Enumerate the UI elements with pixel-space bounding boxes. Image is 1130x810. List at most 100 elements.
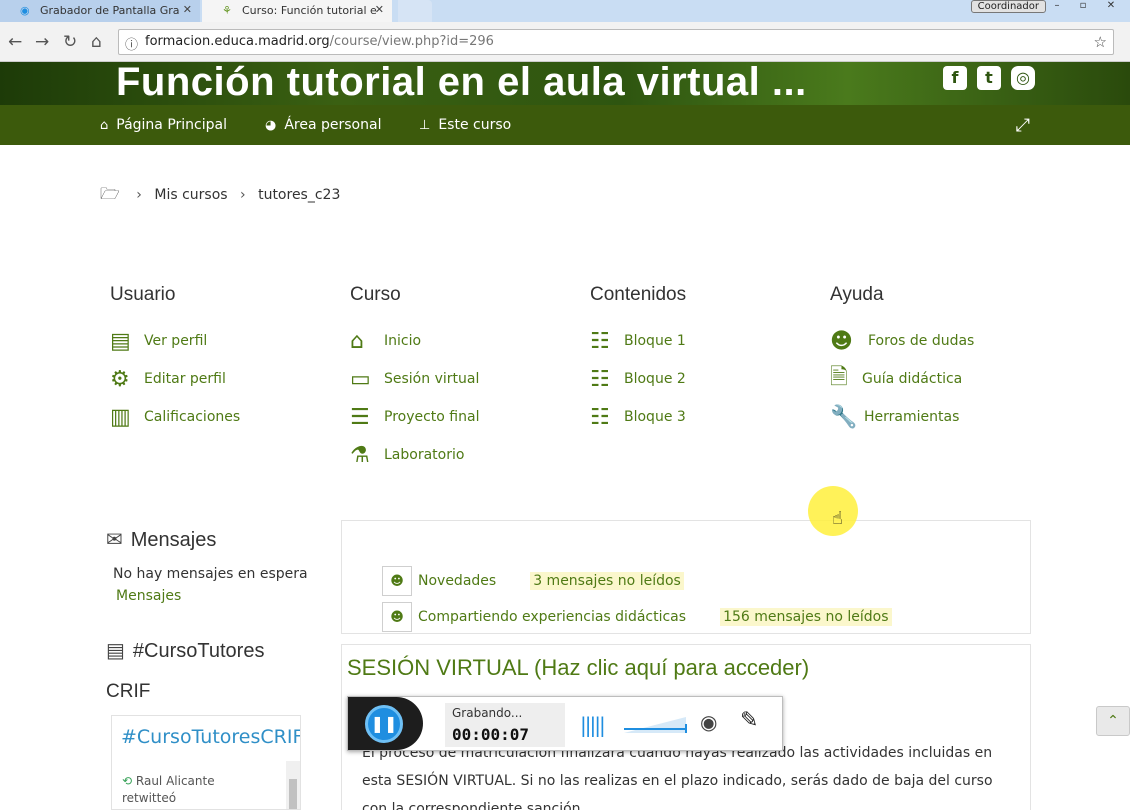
twitter-icon[interactable]: t [977, 66, 1001, 90]
gear-icon: ⚙ [110, 366, 130, 392]
close-icon[interactable]: ✕ [375, 3, 384, 16]
info-icon[interactable]: ⓘ [125, 34, 138, 53]
nav-label: Página Principal [116, 117, 227, 133]
menu-item-bloque-2[interactable]: ☷ Bloque 2 [590, 360, 820, 398]
forums-block: ☻ Novedades 3 mensajes no leídos ☻ Compa… [341, 520, 1031, 634]
menu-item-calificaciones[interactable]: ▥ Calificaciones [110, 398, 340, 436]
tweet-user: ⟲ Raul Alicante [122, 774, 215, 788]
twitter-scrollbar[interactable] [286, 761, 300, 809]
messages-empty-text: No hay mensajes en espera [113, 566, 308, 582]
menu-column-contenidos: Contenidos ☷ Bloque 1 ☷ Bloque 2 ☷ Bloque 3 [590, 284, 820, 436]
nav-item-dashboard[interactable]: ◕ Área personal [265, 117, 381, 133]
close-icon[interactable]: ✕ [183, 3, 192, 16]
menu-item-bloque-1[interactable]: ☷ Bloque 1 [590, 322, 820, 360]
menu-item-editar-perfil[interactable]: ⚙ Editar perfil [110, 360, 340, 398]
tweet-action: retwitteó [122, 791, 177, 805]
column-title: Curso [350, 284, 401, 305]
forward-icon[interactable]: → [35, 32, 49, 52]
fullscreen-expand-icon[interactable]: ⤢ [1016, 115, 1030, 136]
volume-slider[interactable] [622, 713, 688, 735]
id-card-icon: ▤ [110, 328, 131, 354]
menu-column-curso: Curso ⌂ Inicio ▭ Sesión virtual ☰ Proyecto … [350, 284, 580, 474]
messages-block-title: ✉ Mensajes [106, 527, 216, 552]
column-title: Usuario [110, 284, 176, 305]
menu-item-inicio[interactable]: ⌂ Inicio [350, 322, 580, 360]
maximize-button[interactable]: ▫ [1072, 0, 1094, 12]
forum-icon: ☻ [382, 566, 412, 596]
twitter-block-title: ▤ #CursoTutores [106, 638, 264, 663]
browser-tab-recorder[interactable]: ◉ Grabador de Pantalla Gra ✕ [0, 0, 200, 22]
tweet-user-name: Raul Alicante [135, 774, 215, 788]
unread-badge[interactable]: 3 mensajes no leídos [530, 572, 684, 590]
url-input[interactable]: ⓘ formacion.educa.madrid.org/course/view… [118, 29, 1114, 55]
menu-item-proyecto-final[interactable]: ☰ Proyecto final [350, 398, 580, 436]
recording-status: Grabando... [452, 706, 523, 720]
reload-icon[interactable]: ↻ [63, 32, 77, 52]
recording-status-box: Grabando... 00:00:07 [445, 703, 565, 747]
unread-badge[interactable]: 156 mensajes no leídos [720, 608, 892, 626]
forum-name[interactable]: Novedades [418, 573, 496, 589]
browser-tab-course[interactable]: ⚘ Curso: Función tutorial e ✕ [202, 0, 392, 22]
bookmark-star-icon[interactable]: ☆ [1094, 33, 1107, 51]
breadcrumb-item[interactable]: tutores_c23 [258, 187, 340, 203]
browser-tabstrip: ◉ Grabador de Pantalla Gra ✕ ⚘ Curso: Fu… [0, 0, 1130, 22]
forum-row[interactable]: ☻ Compartiendo experiencias didácticas 1… [382, 602, 892, 632]
dashboard-icon: ◕ [265, 118, 277, 133]
tab-label: Curso: Función tutorial e [242, 4, 377, 17]
breadcrumb-item[interactable]: Mis cursos [154, 187, 227, 203]
window-close-button[interactable]: ✕ [1096, 0, 1126, 12]
menu-label: Inicio [384, 333, 422, 349]
menu-item-herramientas[interactable]: 🔧 Herramientas [830, 398, 1060, 436]
forum-row[interactable]: ☻ Novedades 3 mensajes no leídos [382, 566, 684, 596]
twitter-hashtag[interactable]: #CursoTutoresCRIF [121, 726, 300, 748]
back-icon[interactable]: ← [8, 32, 22, 52]
menu-label: Sesión virtual [384, 371, 480, 387]
nav-label: Este curso [438, 117, 512, 133]
menu-item-laboratorio[interactable]: ⚗ Laboratorio [350, 436, 580, 474]
pause-button[interactable]: ❚❚ [365, 705, 403, 743]
instagram-icon[interactable]: ◎ [1011, 66, 1035, 90]
new-tab-button[interactable] [398, 0, 432, 22]
recorder-icon: ◉ [20, 4, 30, 17]
menu-item-guia-didactica[interactable]: 🗎 Guía didáctica [830, 360, 1060, 398]
menu-item-sesion-virtual[interactable]: ▭ Sesión virtual [350, 360, 580, 398]
folder-open-icon[interactable]: 🗁 [100, 184, 120, 203]
menu-column-usuario: Usuario ▤ Ver perfil ⚙ Editar perfil ▥ Cali… [110, 284, 340, 436]
pencil-icon[interactable]: ✎ [740, 708, 758, 733]
menu-item-foros-de-dudas[interactable]: ☻ Foros de dudas [830, 322, 1060, 360]
menu-label: Calificaciones [144, 409, 241, 425]
bar-chart-icon: ▥ [110, 404, 131, 430]
forum-name[interactable]: Compartiendo experiencias didácticas [418, 609, 686, 625]
main-navbar: ⌂ Página Principal ◕ Área personal ⊥ Este c… [0, 105, 1130, 145]
breadcrumb: 🗁 › Mis cursos › tutores_c23 [100, 184, 341, 203]
sitemap-icon: ⊥ [419, 118, 431, 133]
menu-item-bloque-3[interactable]: ☷ Bloque 3 [590, 398, 820, 436]
session-title-link[interactable]: SESIÓN VIRTUAL (Haz clic aquí para acced… [347, 655, 809, 681]
nav-item-course[interactable]: ⊥ Este curso [419, 117, 511, 133]
flask-icon: ⚗ [350, 442, 370, 468]
ordered-list-icon: ☷ [590, 404, 610, 430]
url-path: /course/view.php?id=296 [329, 34, 494, 49]
facebook-icon[interactable]: f [943, 66, 967, 90]
twitter-feed[interactable]: #CursoTutoresCRIF ⟲ Raul Alicante retwit… [111, 715, 301, 810]
menu-label: Bloque 3 [624, 409, 686, 425]
course-title: Función tutorial en el aula virtual ... [116, 62, 807, 104]
scroll-to-top-button[interactable]: ⌃ [1096, 706, 1130, 736]
menu-item-ver-perfil[interactable]: ▤ Ver perfil [110, 322, 340, 360]
audio-level-icon[interactable]: ||||| [580, 713, 606, 737]
retweet-icon: ⟲ [122, 774, 133, 788]
home-icon[interactable]: ⌂ [91, 32, 102, 52]
moodle-icon: ⚘ [222, 4, 232, 17]
home-icon: ⌂ [100, 118, 109, 133]
menu-column-ayuda: Ayuda ☻ Foros de dudas 🗎 Guía didáctica 🔧 H… [830, 284, 1060, 436]
webcam-icon[interactable]: ◉ [700, 710, 717, 734]
minimize-button[interactable]: – [1046, 0, 1068, 12]
course-banner: Función tutorial en el aula virtual ... … [0, 62, 1130, 105]
twitter-block-title-line2: CRIF [106, 681, 151, 702]
ordered-list-icon: ☷ [590, 366, 610, 392]
menu-label: Bloque 2 [624, 371, 686, 387]
messages-link[interactable]: Mensajes [116, 588, 181, 604]
scrollbar-thumb[interactable] [289, 779, 297, 809]
nav-item-home[interactable]: ⌂ Página Principal [100, 117, 227, 133]
server-icon: ☰ [350, 404, 370, 430]
